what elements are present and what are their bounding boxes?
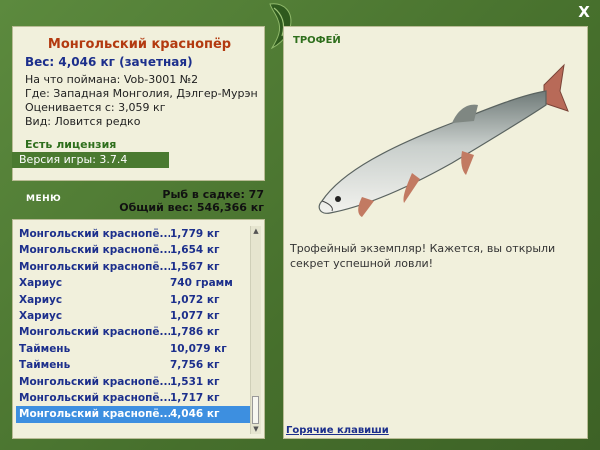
total-weight: Общий вес: 546,366 кг: [119, 201, 264, 214]
catch-fish-name: Хариус: [19, 293, 63, 306]
catch-list-row[interactable]: Таймень 10,079 кг: [16, 341, 254, 357]
catch-fish-weight: 4,046 кг: [170, 408, 220, 421]
catch-fish-name: Монгольский краснопё...: [19, 326, 170, 339]
catch-fish-weight: 1,654 кг: [170, 244, 220, 257]
close-button[interactable]: X: [576, 4, 592, 20]
catch-stats: Рыб в садке: 77 Общий вес: 546,366 кг: [119, 188, 264, 214]
catch-location: Где: Западная Монголия, Дэлгер-Мурэн: [25, 87, 258, 100]
catch-fish-weight: 1,786 кг: [170, 326, 220, 339]
catch-fish-name: Таймень: [19, 359, 71, 372]
catch-list-row[interactable]: Монгольский краснопё... 4,046 кг: [16, 406, 254, 423]
caught-with: На что поймана: Vob-3001 №2: [25, 73, 199, 86]
catch-fish-weight: 1,717 кг: [170, 391, 220, 404]
license-status: Есть лицензия: [25, 138, 117, 151]
catch-fish-name: Монгольский краснопё...: [19, 244, 170, 257]
catch-fish-name: Монгольский краснопё...: [19, 408, 170, 421]
catch-fish-weight: 7,756 кг: [170, 359, 220, 372]
catch-list-row[interactable]: Хариус 1,072 кг: [16, 292, 254, 308]
catch-fish-name: Хариус: [19, 277, 63, 290]
trophy-panel: ТРОФЕЙ Трофейный экземпляр! Кажется, вы …: [283, 26, 588, 439]
catch-list-panel: Монгольский краснопё... 1,779 кг Монгольск…: [12, 219, 265, 439]
fish-title: Монгольский краснопёр: [47, 37, 232, 52]
estimated-from: Оценивается с: 3,059 кг: [25, 101, 166, 114]
catch-fish-name: Монгольский краснопё...: [19, 391, 170, 404]
catch-list[interactable]: Монгольский краснопё... 1,779 кг Монгольск…: [16, 226, 254, 423]
catch-list-row[interactable]: Монгольский краснопё... 1,779 кг: [16, 226, 254, 242]
catch-list-row[interactable]: Хариус 740 грамм: [16, 275, 254, 291]
catch-fish-name: Монгольский краснопё...: [19, 260, 170, 273]
catch-list-row[interactable]: Таймень 7,756 кг: [16, 357, 254, 373]
catch-fish-weight: 1,072 кг: [170, 293, 220, 306]
menu-button[interactable]: МЕНЮ: [26, 194, 61, 204]
catch-list-row[interactable]: Монгольский краснопё... 1,717 кг: [16, 390, 254, 406]
trophy-message: Трофейный экземпляр! Кажется, вы открыли…: [290, 242, 556, 270]
catch-list-scrollbar[interactable]: ▲ ▼: [250, 226, 261, 434]
catch-fish-name: Монгольский краснопё...: [19, 228, 170, 240]
scroll-thumb[interactable]: [252, 396, 259, 424]
fish-count: Рыб в садке: 77: [162, 188, 264, 201]
catch-fish-weight: 1,531 кг: [170, 375, 220, 388]
catch-list-row[interactable]: Монгольский краснопё... 1,531 кг: [16, 374, 254, 390]
catch-fish-name: Хариус: [19, 309, 63, 322]
fish-image: [318, 63, 569, 217]
fish-weight: Вес: 4,046 кг (зачетная): [25, 55, 193, 69]
catch-fish-weight: 1,779 кг: [170, 228, 220, 240]
hotkeys-link[interactable]: Горячие клавиши: [286, 425, 389, 436]
catch-fish-weight: 1,077 кг: [170, 309, 220, 322]
catch-list-row[interactable]: Хариус 1,077 кг: [16, 308, 254, 324]
catch-list-row[interactable]: Монгольский краснопё... 1,786 кг: [16, 324, 254, 340]
trophy-label: ТРОФЕЙ: [293, 35, 341, 46]
catch-fish-weight: 1,567 кг: [170, 260, 220, 273]
catch-list-row[interactable]: Монгольский краснопё... 1,567 кг: [16, 259, 254, 275]
scroll-up-icon[interactable]: ▲: [251, 226, 261, 236]
catch-list-row[interactable]: Монгольский краснопё... 1,654 кг: [16, 242, 254, 258]
game-version: Версия игры: 3.7.4: [12, 152, 169, 168]
catch-fish-weight: 10,079 кг: [170, 342, 227, 355]
scroll-down-icon[interactable]: ▼: [251, 424, 261, 434]
catch-fish-name: Монгольский краснопё...: [19, 375, 170, 388]
fish-rarity: Вид: Ловится редко: [25, 115, 141, 128]
catch-fish-name: Таймень: [19, 342, 71, 355]
catch-fish-weight: 740 грамм: [170, 277, 233, 290]
